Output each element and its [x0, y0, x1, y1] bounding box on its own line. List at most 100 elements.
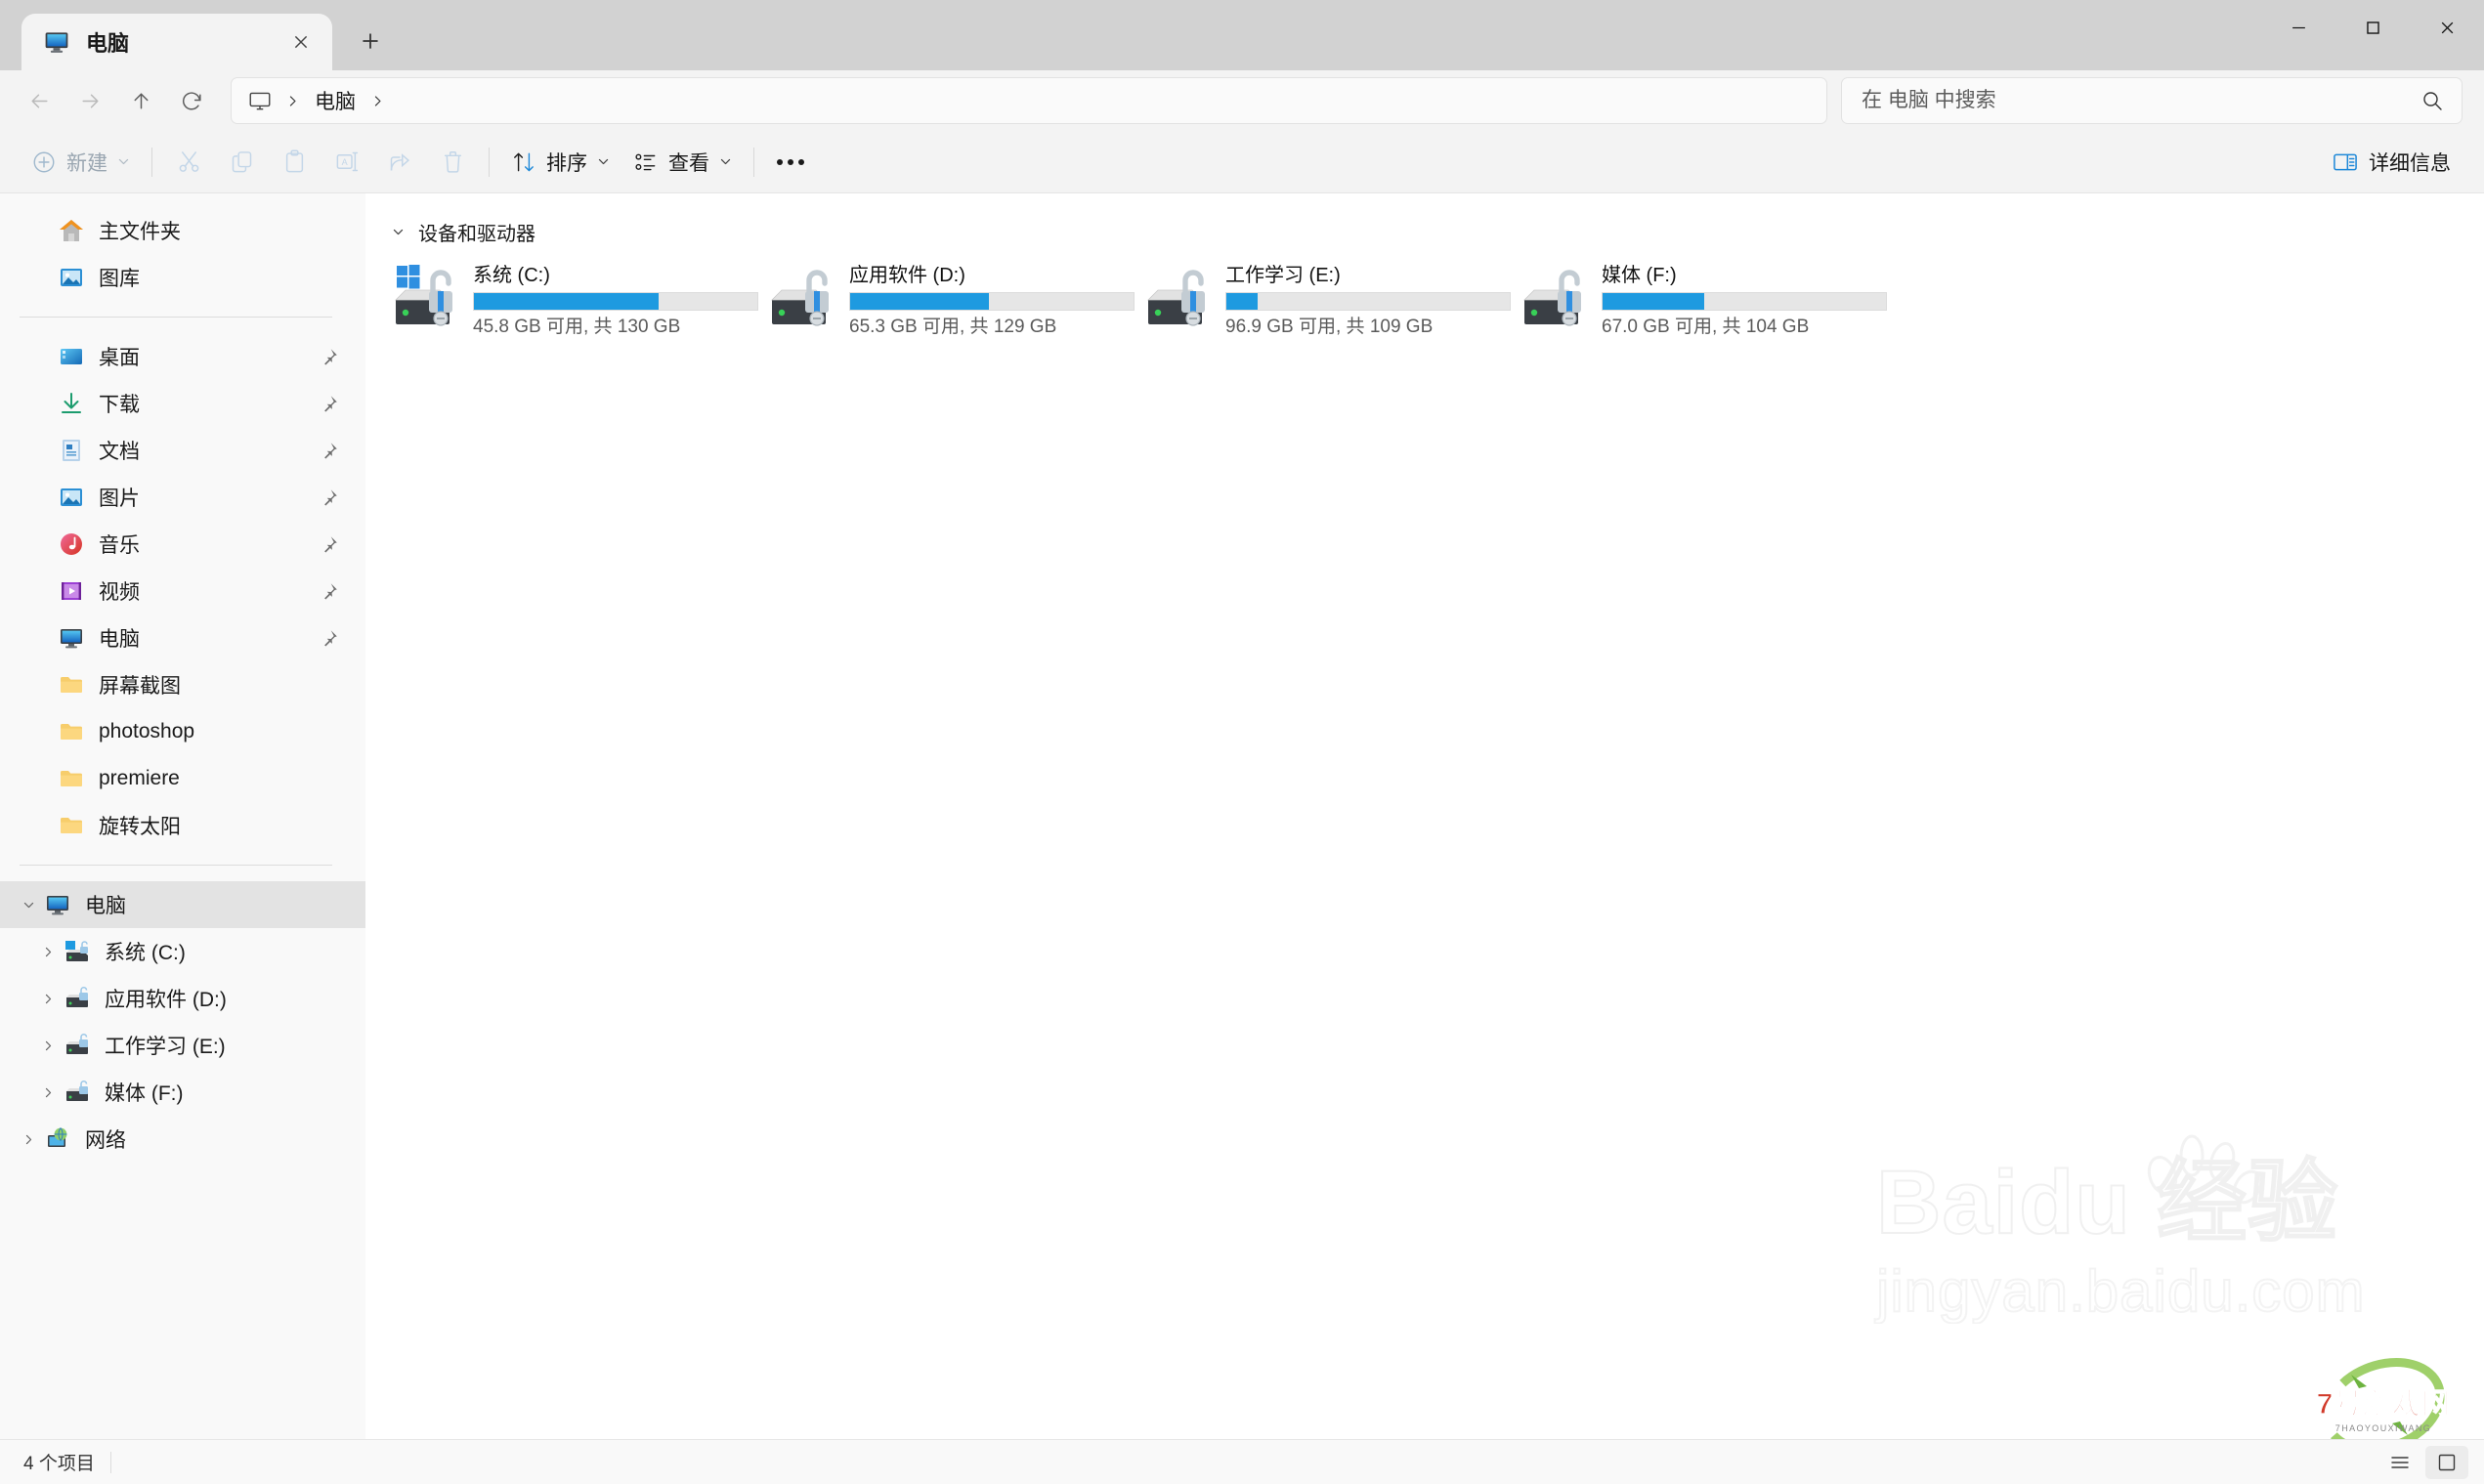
tree-item-drive-c[interactable]: 系统 (C:) — [0, 928, 365, 975]
window-controls — [2261, 0, 2484, 55]
chevron-right-icon[interactable] — [33, 1078, 63, 1107]
sidebar-item-downloads[interactable]: 下载 — [0, 380, 365, 427]
large-icons-view-toggle[interactable] — [2425, 1445, 2468, 1479]
drive-tile-f[interactable]: 媒体 (F:) 67.0 GB 可用, 共 104 GB — [1521, 256, 1898, 346]
chevron-right-icon[interactable] — [33, 1031, 63, 1060]
drive-free-e: 96.9 GB 可用, 共 109 GB — [1225, 317, 1434, 337]
chevron-right-icon[interactable] — [33, 937, 63, 966]
cut-button[interactable] — [162, 139, 215, 186]
sidebar-item-premiere[interactable]: premiere — [0, 755, 365, 802]
tree-item-drive-e[interactable]: 工作学习 (E:) — [0, 1022, 365, 1069]
search-icon[interactable] — [2420, 89, 2444, 112]
maximize-icon[interactable] — [2335, 0, 2410, 55]
chevron-down-icon[interactable] — [383, 217, 412, 246]
sidebar-item-home[interactable]: 主文件夹 — [0, 207, 365, 254]
breadcrumb[interactable]: 电脑 — [231, 77, 1827, 124]
sidebar-item-photoshop[interactable]: photoshop — [0, 708, 365, 755]
drive-tile-c[interactable]: 系统 (C:) 45.8 GB 可用, 共 130 GB — [393, 256, 769, 346]
file-list-pane[interactable]: 设备和驱动器 系统 (C:) 45.8 GB 可用, 共 130 GB 应用软件… — [365, 193, 2484, 1439]
pin-icon[interactable] — [319, 628, 340, 649]
sidebar-item-pictures[interactable]: 图片 — [0, 474, 365, 521]
drive-windows-bitlocker-icon — [393, 262, 469, 332]
back-button[interactable] — [14, 75, 64, 126]
breadcrumb-item-computer[interactable]: 电脑 — [309, 83, 362, 118]
pin-icon[interactable] — [319, 394, 340, 414]
forward-button[interactable] — [64, 75, 115, 126]
sidebar-label-gallery: 图库 — [99, 268, 140, 290]
sidebar-divider-2 — [20, 865, 332, 866]
navigation-pane[interactable]: 主文件夹 图库 桌面 下载 文档 图片 音乐 视频 电脑 屏幕截图 photos… — [0, 193, 365, 1439]
sidebar-item-videos[interactable]: 视频 — [0, 568, 365, 615]
tab-computer[interactable]: 电脑 — [21, 14, 332, 70]
folder-icon — [57, 670, 86, 700]
sidebar-label-videos: 视频 — [99, 581, 140, 604]
sidebar-item-desktop[interactable]: 桌面 — [0, 333, 365, 380]
up-button[interactable] — [115, 75, 166, 126]
tree-item-computer[interactable]: 电脑 — [0, 881, 365, 928]
refresh-button[interactable] — [166, 75, 217, 126]
pin-icon[interactable] — [319, 347, 340, 367]
item-count: 4 个项目 — [23, 1454, 95, 1474]
view-button[interactable]: 查看 — [621, 139, 744, 186]
sort-button[interactable]: 排序 — [499, 139, 621, 186]
search-box[interactable] — [1841, 77, 2463, 124]
drive-windows-icon — [63, 937, 92, 966]
chevron-down-icon-sort — [597, 155, 610, 168]
drive-icon — [63, 1031, 92, 1060]
chevron-down-icon[interactable] — [14, 890, 43, 919]
toolbar-separator-1 — [151, 147, 152, 177]
sidebar-divider-1 — [20, 317, 332, 318]
sidebar-item-computer[interactable]: 电脑 — [0, 615, 365, 661]
details-pane-button[interactable]: 详细信息 — [2320, 139, 2463, 186]
rename-button[interactable]: A — [321, 139, 373, 186]
pin-icon[interactable] — [319, 441, 340, 461]
group-title: 设备和驱动器 — [418, 223, 535, 245]
close-icon[interactable] — [283, 24, 319, 60]
dot-3 — [798, 158, 804, 165]
game-site-pinyin: 7HAOYOUXIWANG — [2335, 1423, 2431, 1433]
chevron-right-icon — [277, 95, 309, 107]
sidebar-item-gallery[interactable]: 图库 — [0, 254, 365, 301]
desktop-icon — [57, 342, 86, 371]
minimize-icon[interactable] — [2261, 0, 2335, 55]
search-input[interactable] — [1862, 89, 2420, 112]
computer-icon — [43, 890, 72, 919]
toolbar-separator-3 — [753, 147, 754, 177]
pin-icon[interactable] — [319, 488, 340, 508]
pin-icon[interactable] — [319, 534, 340, 555]
toolbar-separator-2 — [489, 147, 490, 177]
tree-item-network[interactable]: 网络 — [0, 1116, 365, 1163]
list-view-toggle[interactable] — [2378, 1446, 2421, 1479]
drive-name-e: 工作学习 (E:) — [1225, 265, 1341, 286]
group-header-devices[interactable]: 设备和驱动器 — [379, 215, 2484, 248]
delete-button[interactable] — [426, 139, 479, 186]
view-icon — [633, 149, 659, 175]
more-options-button[interactable] — [764, 139, 817, 186]
drive-info-f: 媒体 (F:) 67.0 GB 可用, 共 104 GB — [1602, 262, 1898, 338]
new-tab-button[interactable] — [344, 15, 397, 67]
tree-label-drive-e: 工作学习 (E:) — [105, 1036, 226, 1058]
share-button[interactable] — [373, 139, 426, 186]
baidu-watermark: Baidu 经验 jingyan.baidu.com — [1875, 1134, 2423, 1363]
chevron-right-icon[interactable] — [14, 1124, 43, 1154]
close-window-icon[interactable] — [2410, 0, 2484, 55]
chevron-right-icon-2[interactable] — [362, 95, 394, 107]
tree-item-drive-f[interactable]: 媒体 (F:) — [0, 1069, 365, 1116]
drive-tile-e[interactable]: 工作学习 (E:) 96.9 GB 可用, 共 109 GB — [1145, 256, 1521, 346]
dot-1 — [777, 158, 783, 165]
copy-button[interactable] — [215, 139, 268, 186]
chevron-down-icon-view — [719, 155, 732, 168]
sidebar-item-music[interactable]: 音乐 — [0, 521, 365, 568]
paste-button[interactable] — [268, 139, 321, 186]
sidebar-item-documents[interactable]: 文档 — [0, 427, 365, 474]
drive-name-d: 应用软件 (D:) — [849, 265, 965, 286]
chevron-right-icon[interactable] — [33, 984, 63, 1013]
drive-tile-d[interactable]: 应用软件 (D:) 65.3 GB 可用, 共 129 GB — [769, 256, 1145, 346]
new-button[interactable]: 新建 — [20, 139, 142, 186]
pin-icon[interactable] — [319, 581, 340, 602]
tree-label-computer: 电脑 — [85, 895, 126, 917]
sidebar-item-rotating-sun[interactable]: 旋转太阳 — [0, 802, 365, 849]
pictures-icon — [57, 483, 86, 512]
tree-item-drive-d[interactable]: 应用软件 (D:) — [0, 975, 365, 1022]
sidebar-item-screenshots[interactable]: 屏幕截图 — [0, 661, 365, 708]
